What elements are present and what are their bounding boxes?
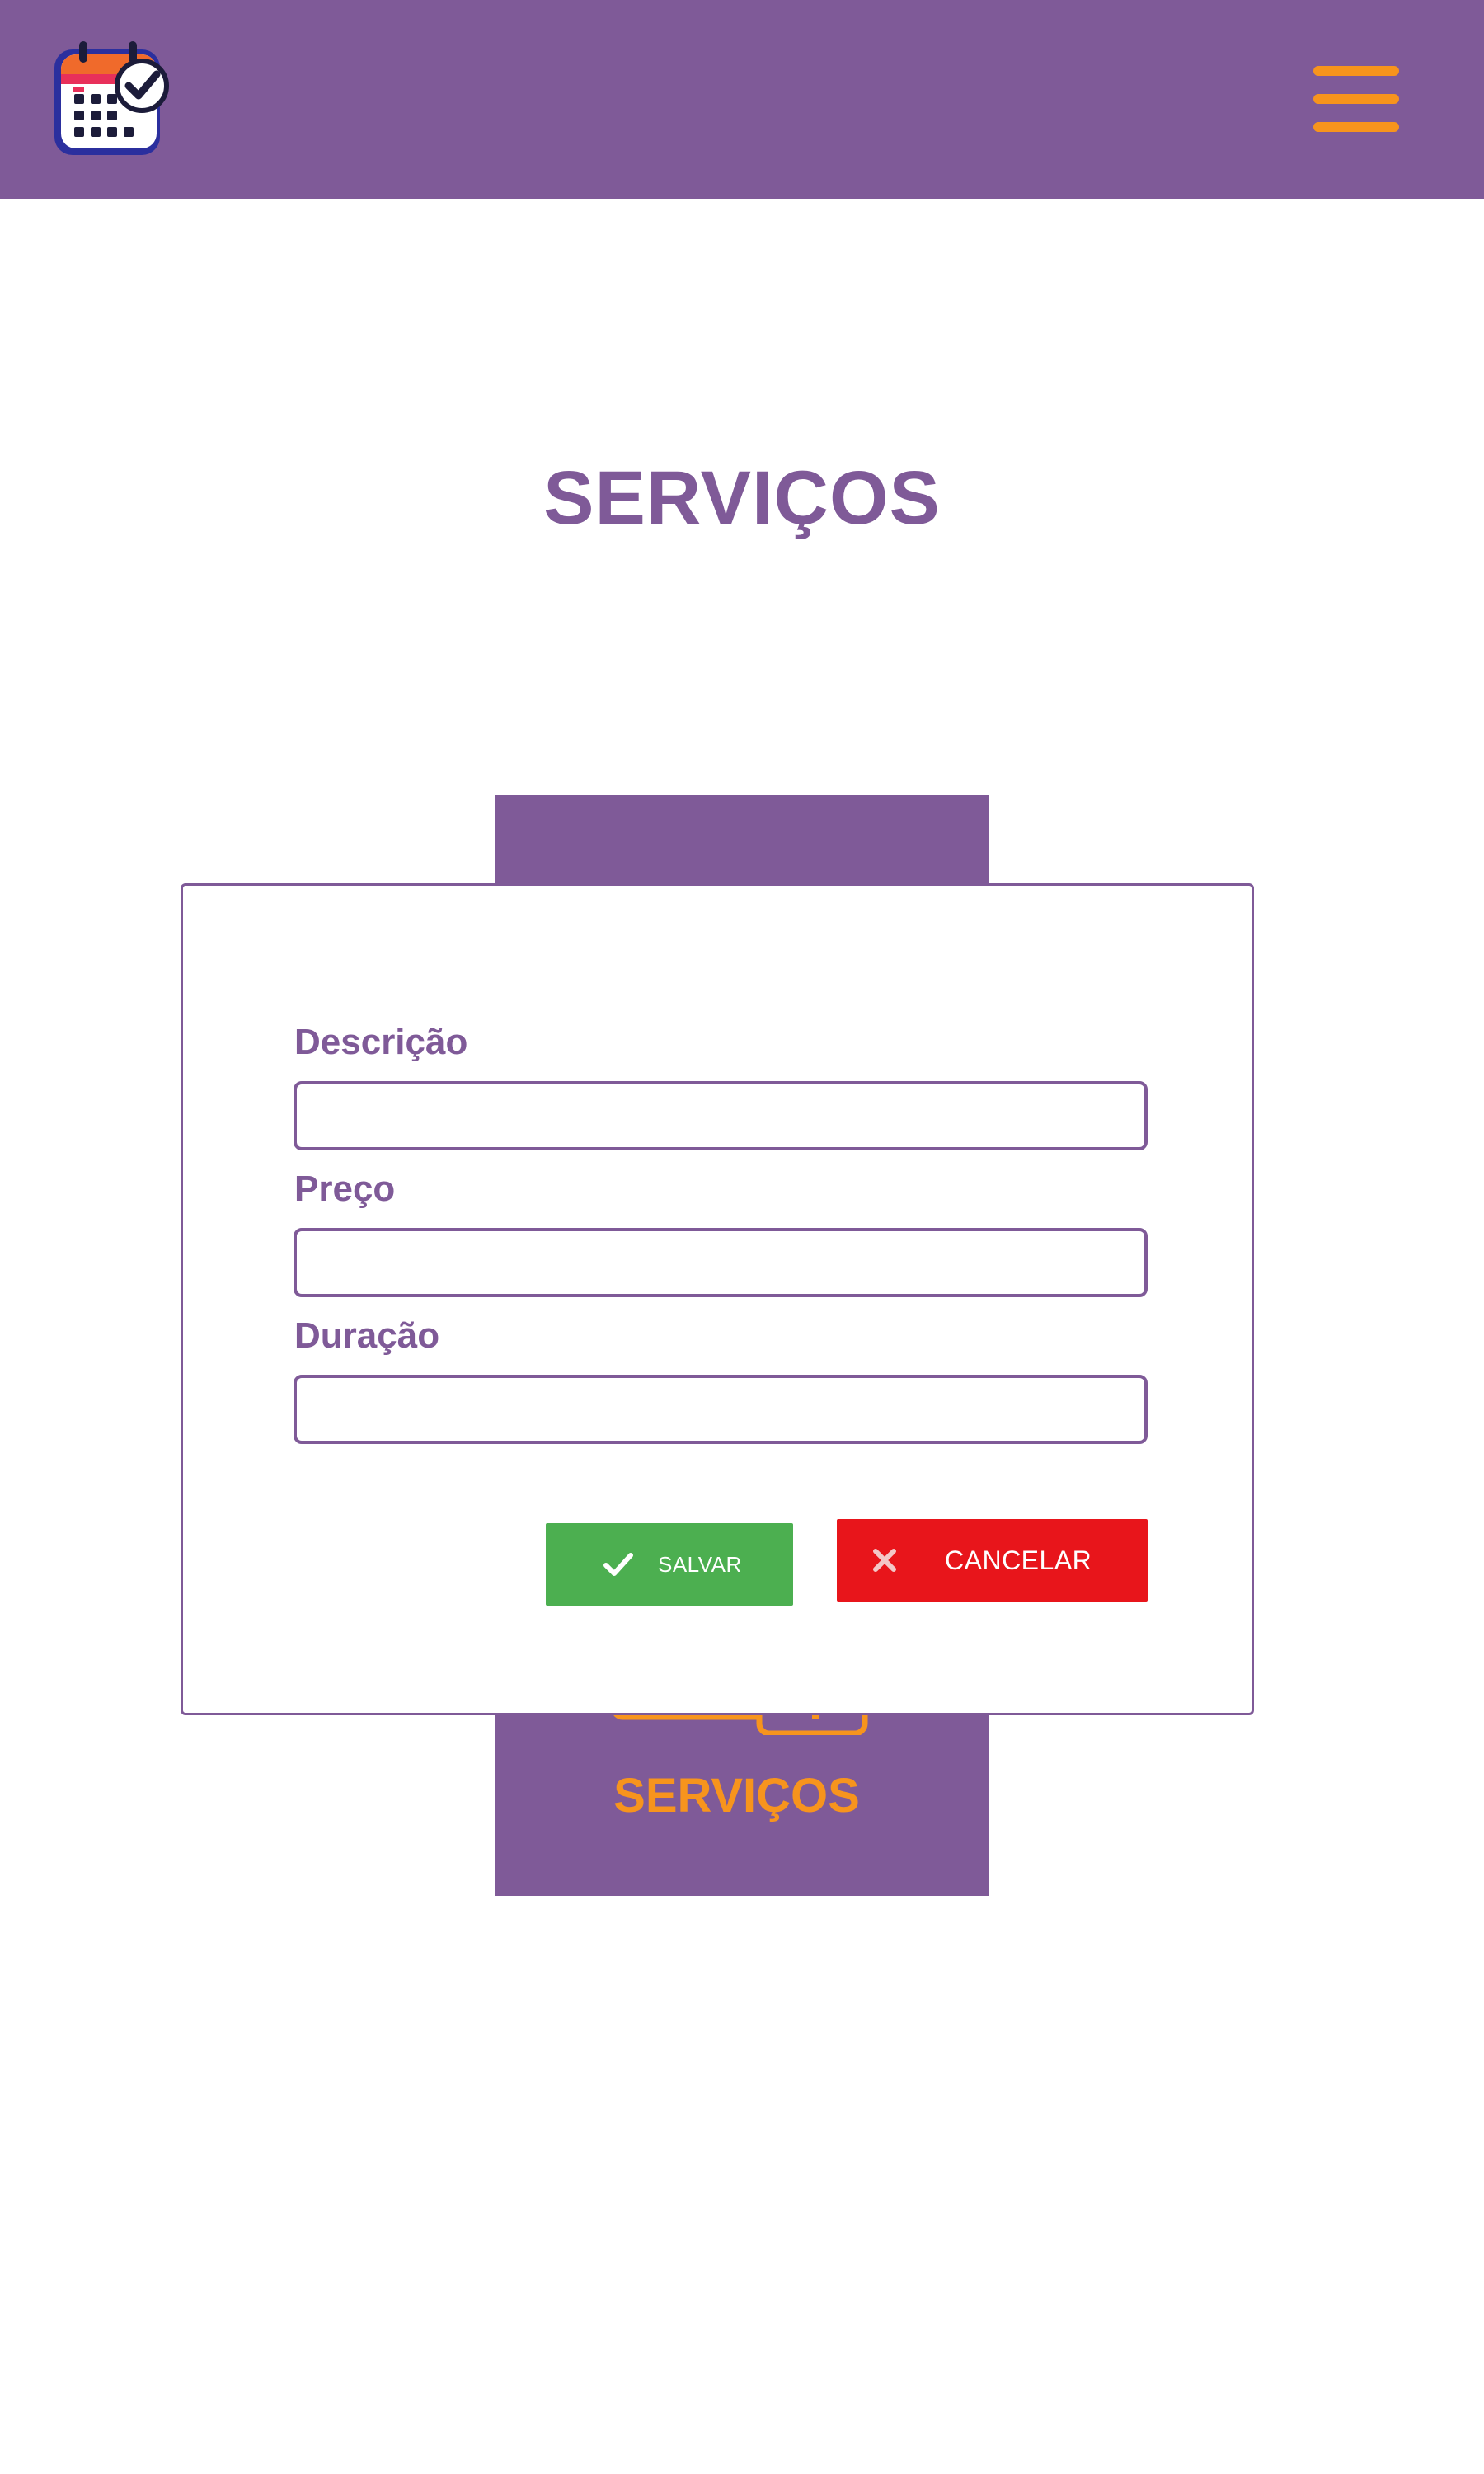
service-form-modal: Descrição Preço Duração SALVAR CANCELAR [181,883,1254,1715]
check-icon [603,1553,633,1576]
save-button[interactable]: SALVAR [546,1523,793,1606]
services-card-label: SERVIÇOS [613,1769,860,1823]
top-navigation-bar [0,0,1484,199]
hamburger-menu-icon[interactable] [1307,58,1406,140]
page: SERVIÇOS SERVIÇOS Descrição Preço Duraçã… [0,0,1484,2474]
duration-label: Duração [294,1315,440,1356]
calendar-check-icon[interactable] [49,38,173,162]
description-label: Descrição [294,1022,468,1062]
cancel-button-label: CANCELAR [945,1545,1092,1575]
page-title: SERVIÇOS [543,455,941,540]
close-icon [873,1549,896,1572]
cancel-button[interactable]: CANCELAR [837,1519,1148,1602]
price-input[interactable] [294,1228,1148,1297]
save-button-label: SALVAR [658,1551,742,1577]
price-label: Preço [294,1169,396,1209]
description-input[interactable] [294,1081,1148,1150]
duration-input[interactable] [294,1375,1148,1444]
